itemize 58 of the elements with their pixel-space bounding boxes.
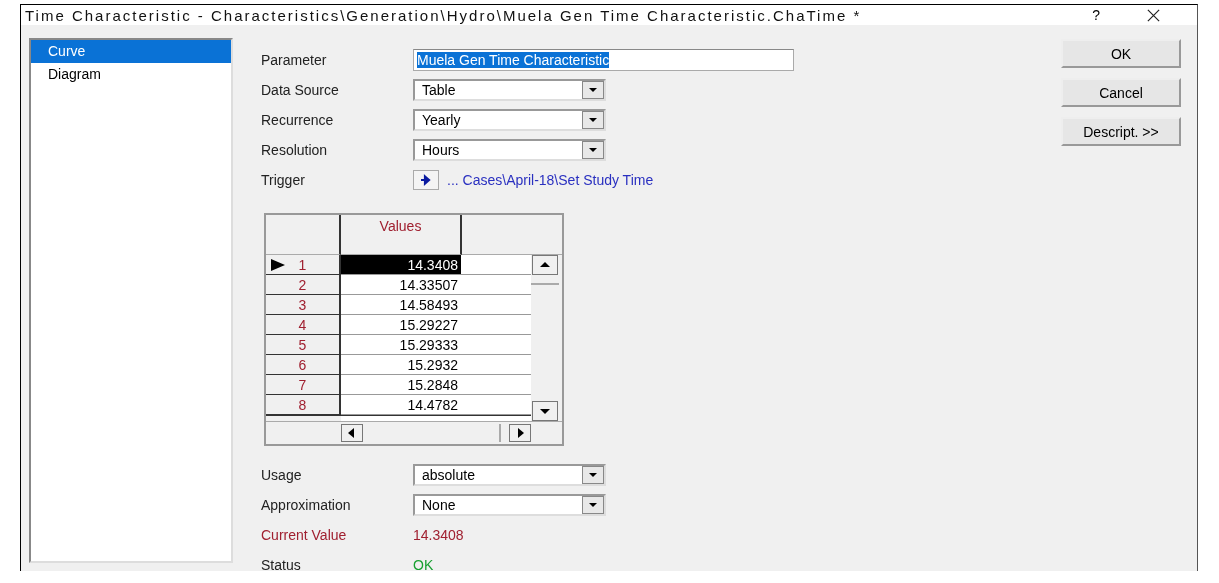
row-number: 7 bbox=[298, 376, 307, 393]
text-field[interactable]: Muela Gen Time Characteristic bbox=[413, 49, 794, 71]
scroll-right-icon[interactable] bbox=[509, 424, 531, 442]
field-value: Muela Gen Time Characteristic bbox=[417, 52, 610, 68]
close-icon[interactable] bbox=[1146, 7, 1161, 23]
arrow-button-icon[interactable] bbox=[413, 170, 439, 190]
table-cell[interactable] bbox=[461, 275, 531, 295]
current-value: 14.3408 bbox=[413, 527, 464, 543]
field-label: Resolution bbox=[261, 142, 329, 158]
scroll-left-icon[interactable] bbox=[341, 424, 363, 442]
table-cell[interactable]: 15.29227 bbox=[341, 315, 461, 335]
dropdown[interactable]: Hours bbox=[413, 139, 606, 161]
table-cell[interactable]: 15.2932 bbox=[341, 355, 461, 375]
field-label: Status bbox=[261, 557, 302, 573]
dialog-button[interactable]: Cancel bbox=[1061, 78, 1181, 107]
table-cell[interactable] bbox=[461, 335, 531, 355]
field-label: Recurrence bbox=[261, 112, 335, 128]
dialog-button[interactable]: Descript. >> bbox=[1061, 117, 1181, 146]
window-title: Time Characteristic - Characteristics\Generation\Hydro\Muela Gen Time Characteristic.ChaTime * bbox=[25, 6, 863, 24]
table-cell[interactable] bbox=[461, 375, 531, 395]
dropdown[interactable]: None bbox=[413, 494, 606, 516]
row-number: 8 bbox=[298, 396, 307, 413]
field-label: Usage bbox=[261, 467, 303, 483]
scroll-up-icon[interactable] bbox=[531, 255, 559, 275]
vertical-scrollbar[interactable] bbox=[531, 255, 559, 421]
sidebar-item[interactable]: Diagram bbox=[31, 63, 231, 86]
dropdown[interactable]: absolute bbox=[413, 464, 606, 486]
dropdown[interactable]: Table bbox=[413, 79, 606, 101]
table-cell[interactable]: 14.33507 bbox=[341, 275, 461, 295]
row-number: 5 bbox=[298, 336, 307, 353]
help-button[interactable]: ? bbox=[1092, 7, 1100, 23]
row-number: 4 bbox=[298, 316, 307, 333]
row-number: 2 bbox=[298, 276, 307, 293]
table-cell[interactable]: 14.4782 bbox=[341, 395, 461, 415]
trigger-link[interactable]: ... Cases\April-18\Set Study Time bbox=[447, 172, 654, 188]
row-number: 3 bbox=[298, 296, 307, 313]
field-label: Approximation bbox=[261, 497, 352, 513]
table-cell[interactable]: 15.2848 bbox=[341, 375, 461, 395]
table-cell[interactable]: 15.29333 bbox=[341, 335, 461, 355]
scroll-down-icon[interactable] bbox=[531, 401, 559, 421]
row-number: 6 bbox=[298, 356, 307, 373]
field-label: Parameter bbox=[261, 52, 328, 68]
table-cell[interactable] bbox=[461, 255, 531, 275]
row-number: 1 bbox=[298, 256, 307, 273]
dialog-button[interactable]: OK bbox=[1061, 39, 1181, 68]
table-cell[interactable] bbox=[461, 395, 531, 415]
field-label: Data Source bbox=[261, 82, 340, 98]
table-cell[interactable]: 14.3408 bbox=[341, 255, 461, 275]
table-cell[interactable] bbox=[461, 315, 531, 335]
dropdown[interactable]: Yearly bbox=[413, 109, 606, 131]
table-cell[interactable]: 14.58493 bbox=[341, 295, 461, 315]
sidebar-item[interactable]: Curve bbox=[31, 40, 231, 63]
table-cell[interactable] bbox=[461, 295, 531, 315]
status-value: OK bbox=[413, 557, 434, 573]
table-cell[interactable] bbox=[461, 355, 531, 375]
field-label: Trigger bbox=[261, 172, 306, 188]
horizontal-scrollbar[interactable] bbox=[341, 422, 531, 444]
field-label: Current Value bbox=[261, 527, 348, 543]
